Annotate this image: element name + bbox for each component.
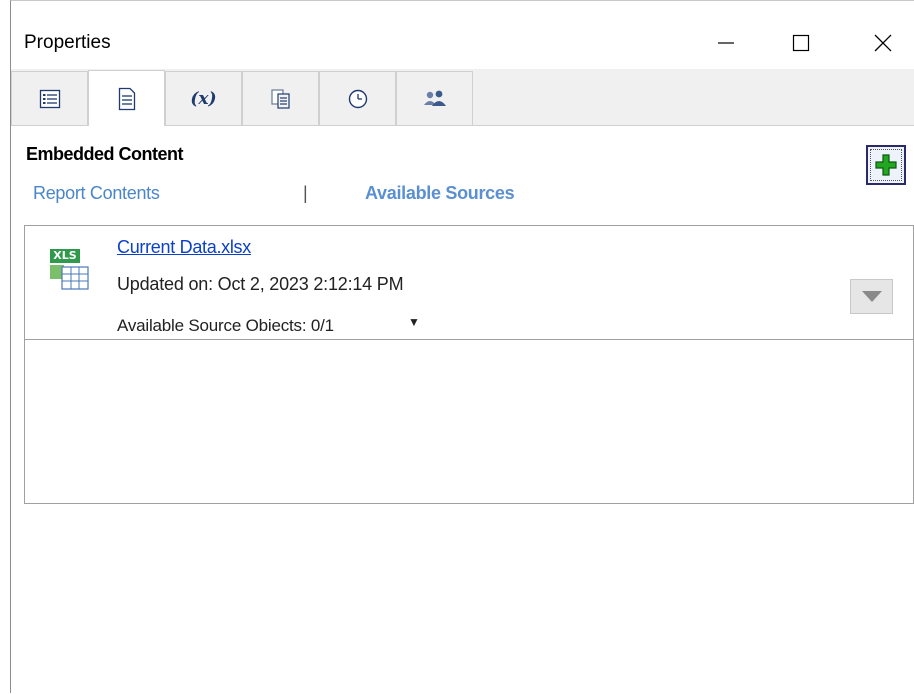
list-icon bbox=[39, 89, 60, 108]
close-icon bbox=[874, 34, 892, 51]
properties-window: Properties (x) Embedded Content Report C… bbox=[10, 0, 914, 694]
xls-file-icon: XLS bbox=[50, 249, 92, 297]
tab-pages[interactable] bbox=[242, 71, 319, 125]
maximize-button[interactable] bbox=[771, 15, 831, 70]
plus-icon bbox=[875, 154, 897, 176]
maximize-icon bbox=[792, 34, 810, 51]
tab-variables[interactable]: (x) bbox=[165, 71, 242, 125]
embedded-content-panel: Embedded Content Report Contents | Avail… bbox=[11, 126, 914, 694]
close-button[interactable] bbox=[853, 15, 913, 70]
tab-schedule[interactable] bbox=[319, 71, 396, 125]
function-icon: (x) bbox=[190, 88, 217, 109]
source-file-link[interactable]: Current Data.xlsx bbox=[117, 237, 251, 258]
triangle-down-icon bbox=[861, 290, 882, 302]
minimize-button[interactable] bbox=[696, 15, 756, 70]
clock-icon bbox=[348, 89, 367, 108]
tab-strip: (x) bbox=[11, 69, 914, 126]
source-list: XLS Current Data.xlsx Updated on: Oct 2,… bbox=[24, 225, 914, 504]
window-title: Properties bbox=[24, 32, 111, 53]
users-icon bbox=[423, 90, 446, 106]
tab-users[interactable] bbox=[396, 71, 473, 125]
document-icon bbox=[118, 87, 135, 110]
tab-document[interactable] bbox=[88, 70, 165, 126]
expand-source-button[interactable] bbox=[850, 279, 893, 314]
report-contents-link[interactable]: Report Contents bbox=[33, 183, 160, 204]
section-title: Embedded Content bbox=[26, 144, 184, 164]
link-separator: | bbox=[303, 183, 308, 203]
available-sources-link[interactable]: Available Sources bbox=[365, 183, 515, 204]
tab-list[interactable] bbox=[11, 71, 88, 125]
available-source-objects[interactable]: Available Source Obiects: 0/1 bbox=[117, 316, 334, 336]
updated-timestamp: Updated on: Oct 2, 2023 2:12:14 PM bbox=[117, 274, 404, 294]
add-source-button[interactable] bbox=[866, 145, 906, 185]
chevron-down-icon[interactable]: ▼ bbox=[408, 315, 420, 329]
pages-icon bbox=[270, 88, 290, 109]
minimize-icon bbox=[718, 41, 734, 44]
list-item: XLS Current Data.xlsx Updated on: Oct 2,… bbox=[25, 226, 913, 340]
